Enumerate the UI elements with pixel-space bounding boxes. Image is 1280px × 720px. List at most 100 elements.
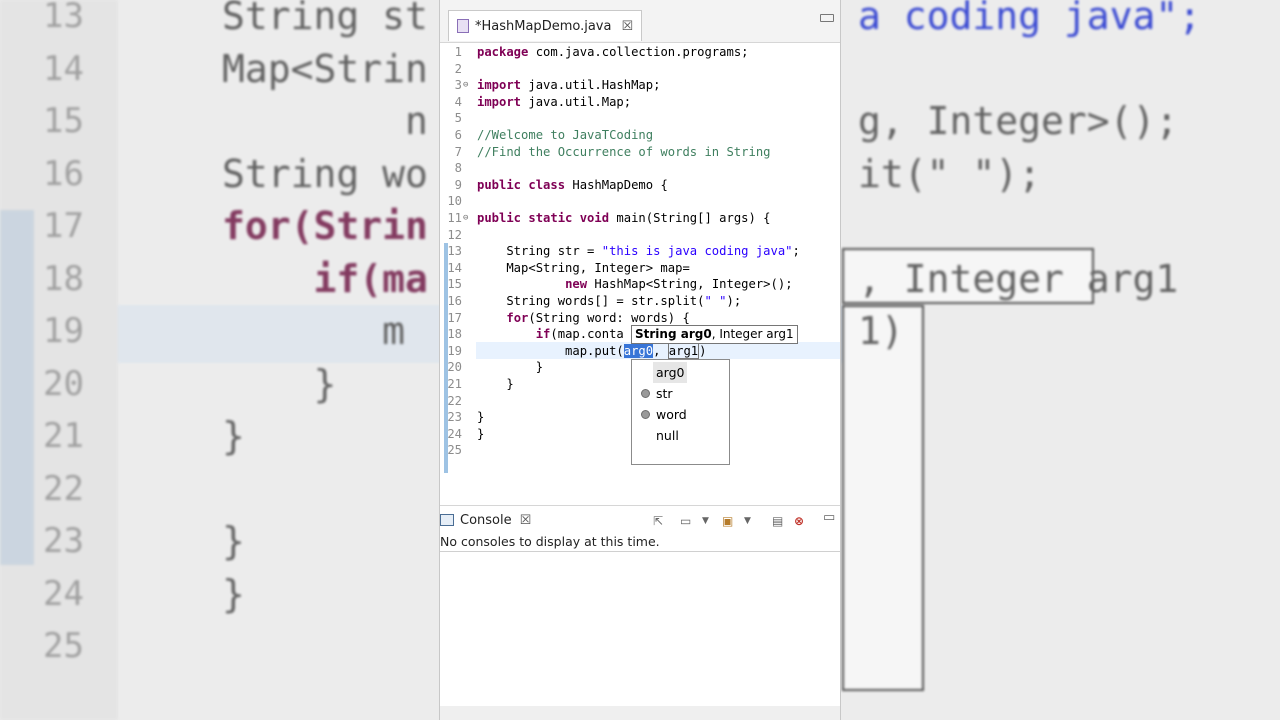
chevron-down-icon[interactable]: ▼	[744, 516, 751, 526]
bg-code-tail: 1)	[858, 309, 904, 353]
terminate-icon[interactable]: ⊗	[794, 514, 804, 528]
bg-line-number: 19	[43, 311, 84, 351]
bg-code-text: for(Strin	[222, 204, 428, 248]
bg-code-text: if(ma	[222, 256, 428, 301]
code-text: //Find the Occurrence of words in String	[477, 144, 771, 159]
code-text: Map<String, Integer> map=	[477, 260, 690, 275]
minimize-icon[interactable]	[820, 14, 834, 22]
code-line[interactable]: 5	[440, 110, 840, 127]
console-view-bar: Console ☒ ⇱ ▭ ▼ ▣ ▼ ▤ ⊗ ▭	[440, 505, 840, 532]
content-assist-popup[interactable]: arg0 str word null	[631, 359, 730, 465]
code-text: }	[477, 377, 514, 391]
line-number: 9	[454, 177, 462, 192]
console-area	[440, 552, 840, 720]
fold-toggle-icon[interactable]: ⊖	[463, 77, 468, 94]
code-line[interactable]: 2	[440, 61, 840, 78]
code-text: public class HashMapDemo {	[477, 177, 668, 192]
line-number: 13	[447, 244, 462, 259]
code-line[interactable]: 10	[440, 193, 840, 210]
proposal-item[interactable]: word	[632, 404, 729, 425]
code-text: }	[477, 410, 485, 425]
line-number: 3	[454, 78, 462, 93]
minimize-icon[interactable]: ▭	[823, 510, 835, 525]
code-line[interactable]: 1 package com.java.collection.programs;	[440, 44, 840, 61]
fold-toggle-icon[interactable]: ⊖	[463, 210, 468, 227]
ide-window: *HashMapDemo.java ☒ 1 package com.java.co…	[440, 0, 840, 720]
proposal-label: null	[656, 428, 679, 443]
parameter-hint-rest: , Integer arg1	[711, 327, 794, 341]
console-icon	[440, 514, 454, 526]
line-number: 20	[447, 360, 462, 375]
editor-tab-bar: *HashMapDemo.java ☒	[440, 0, 840, 43]
editor-tab-hashmapdemo[interactable]: *HashMapDemo.java ☒	[448, 10, 643, 41]
code-line[interactable]: 4 import java.util.Map;	[440, 94, 840, 111]
code-text: for(String word: words) {	[506, 310, 690, 325]
display-console-icon[interactable]: ▭	[680, 514, 691, 528]
line-number: 4	[454, 94, 462, 109]
code-text: new HashMap<String, Integer>();	[565, 277, 793, 292]
bg-code-text: String st	[222, 0, 428, 38]
close-icon[interactable]: ☒	[621, 19, 633, 34]
chevron-down-icon[interactable]: ▼	[702, 516, 709, 526]
code-line[interactable]: 9 public class HashMapDemo {	[440, 177, 840, 194]
code-text: map.put(arg0, arg1)	[477, 342, 707, 359]
bg-line-number: 18	[43, 258, 84, 299]
bg-code-text: }	[222, 519, 245, 563]
code-line[interactable]: 15 new HashMap<String, Integer>();	[440, 276, 840, 293]
code-line[interactable]: 16 String words[] = str.split(" ");	[440, 293, 840, 310]
bg-line-number: 17	[43, 206, 84, 246]
bg-line-number: 14	[43, 48, 84, 89]
line-number: 14	[447, 260, 462, 275]
view-menu-icon[interactable]: ▤	[772, 514, 783, 528]
code-line[interactable]: 13 String str = "this is java coding jav…	[440, 243, 840, 260]
line-number: 17	[447, 310, 462, 325]
code-text: String str = "this is java coding java";	[477, 244, 800, 259]
line-number: 8	[454, 161, 462, 176]
code-line[interactable]: 19 map.put(arg0, arg1)	[440, 342, 840, 360]
code-text: import java.util.Map;	[477, 94, 632, 109]
line-number: 24	[447, 426, 462, 441]
code-text: //Welcome to JavaTCoding	[477, 128, 654, 142]
pin-console-icon[interactable]: ⇱	[653, 514, 663, 528]
bg-line-number: 21	[43, 416, 84, 456]
bg-code-tail: a coding java";	[858, 0, 1202, 38]
proposal-item[interactable]: str	[632, 383, 729, 404]
code-text: }	[477, 426, 485, 441]
line-number: 23	[447, 410, 462, 425]
bg-code-tail: g, Integer>();	[858, 99, 1179, 143]
line-number: 18	[447, 327, 462, 342]
code-line[interactable]: 17 for(String word: words) {	[440, 310, 840, 327]
line-number: 7	[454, 144, 462, 159]
code-line[interactable]: 3 ⊖ import java.util.HashMap;	[440, 77, 840, 94]
proposal-label: word	[656, 407, 687, 422]
code-line[interactable]: 11 ⊖ public static void main(String[] args…	[440, 210, 840, 227]
code-line[interactable]: 12	[440, 227, 840, 244]
code-text: package com.java.collection.programs;	[477, 45, 749, 59]
editor-tab-label: *HashMapDemo.java	[475, 18, 612, 34]
line-number: 1	[454, 45, 462, 59]
console-tab[interactable]: Console ☒	[440, 509, 531, 531]
code-line[interactable]: 14 Map<String, Integer> map=	[440, 260, 840, 277]
bg-line-number: 23	[43, 521, 84, 561]
open-console-icon[interactable]: ▣	[722, 514, 733, 528]
bg-line-number: 24	[43, 573, 84, 614]
bg-line-number: 13	[43, 0, 84, 36]
bg-line-number: 25	[43, 626, 84, 666]
bg-line-number: 15	[43, 101, 84, 141]
bg-code-text: }	[222, 414, 245, 458]
line-number: 25	[447, 443, 462, 458]
code-text: String words[] = str.split(" ");	[477, 294, 742, 308]
code-text: public static void main(String[] args) {	[477, 211, 771, 225]
close-icon[interactable]: ☒	[520, 513, 532, 528]
line-number: 16	[447, 294, 462, 308]
parameter-hint-current: String arg0	[635, 327, 712, 341]
code-line[interactable]: 7 //Find the Occurrence of words in Strin…	[440, 144, 840, 161]
code-line[interactable]: 8	[440, 160, 840, 177]
proposal-item[interactable]: null	[632, 425, 729, 446]
code-line[interactable]: 6 //Welcome to JavaTCoding	[440, 127, 840, 144]
java-file-icon	[457, 19, 469, 33]
local-variable-icon	[641, 410, 650, 419]
bg-code-tail: , Integer arg1	[858, 256, 1179, 301]
proposal-item[interactable]: arg0	[632, 362, 729, 383]
line-number: 12	[447, 227, 462, 242]
